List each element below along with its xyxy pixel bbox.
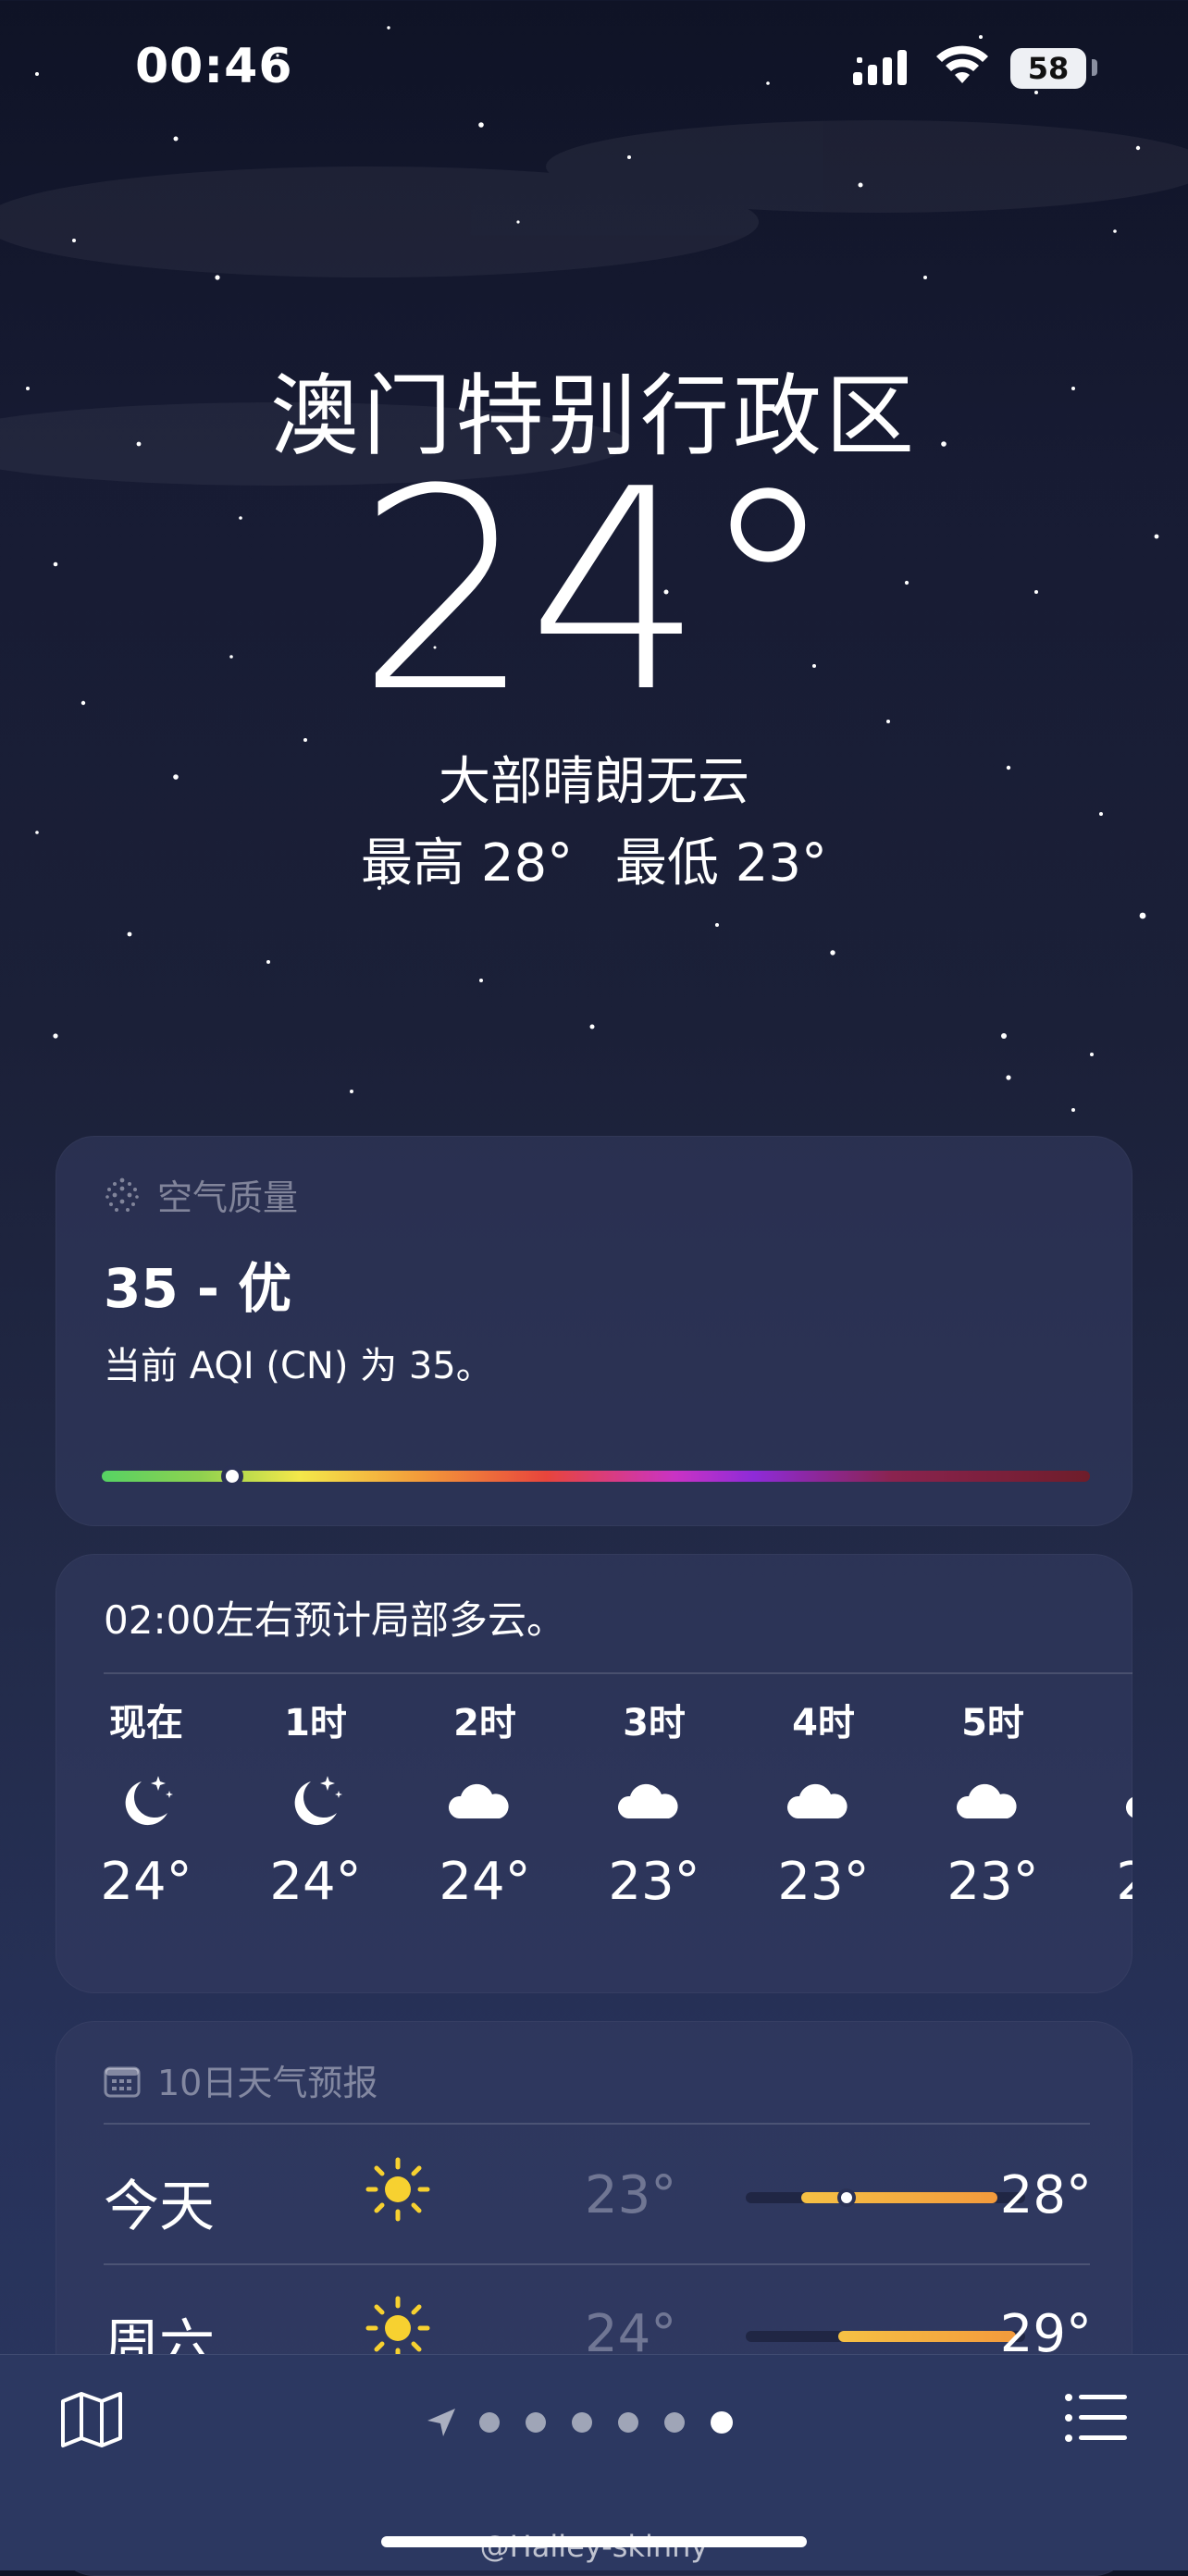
page-indicator[interactable] — [426, 2407, 746, 2438]
ten-day-title: 10日天气预报 — [157, 2063, 378, 2103]
hourly-forecast-card[interactable]: 02:00左右预计局部多云。 现在 24° 1时 24° 2时 24° 3时 2… — [56, 1554, 1132, 1993]
page-dot[interactable] — [664, 2412, 685, 2433]
weather-condition: 大部晴朗无云 — [439, 752, 749, 812]
wifi-icon — [936, 45, 988, 83]
hour-label: 3时 — [623, 1702, 686, 1744]
hour-label: 6时 — [1088, 1693, 1132, 1746]
temperature-range-fill — [801, 2192, 997, 2203]
status-time: 00:46 — [135, 39, 293, 94]
cloud-moon-icon — [749, 1770, 897, 1830]
page-dot[interactable] — [526, 2412, 546, 2433]
aqi-description: 当前 AQI (CN) 为 35。 — [104, 1345, 493, 1387]
aqi-scale-marker — [221, 1465, 243, 1487]
forecast-row-today[interactable]: 今天 23° 28° — [104, 2125, 1092, 2263]
hour-label: 4时 — [792, 1702, 855, 1744]
hour-label: 1时 — [284, 1702, 347, 1744]
temperature-range-bar — [746, 2331, 1025, 2342]
high-low-temperature: 最高 28° 最低 23° — [0, 821, 1188, 896]
map-button[interactable] — [59, 2390, 124, 2453]
forecast-high: 28° — [999, 2165, 1092, 2225]
hour-temp: 23° — [608, 1852, 700, 1912]
moon-stars-icon — [241, 1770, 390, 1833]
city-list-button[interactable] — [1064, 2392, 1129, 2447]
cloud-moon-icon — [919, 1770, 1067, 1830]
current-temperature: 24° — [356, 430, 837, 753]
home-indicator[interactable] — [381, 2536, 807, 2547]
cloud-moon-icon — [411, 1770, 559, 1830]
map-icon — [61, 2392, 122, 2447]
calendar-icon — [104, 2063, 141, 2098]
status-bar: 00:46 58 — [0, 0, 1188, 139]
hour-label: 5时 — [961, 1702, 1024, 1744]
air-quality-header: 空气质量 — [104, 1169, 298, 1220]
battery-tip — [1092, 59, 1097, 76]
list-icon — [1065, 2394, 1127, 2442]
ten-day-header: 10日天气预报 — [104, 2054, 377, 2105]
aqi-value: 35 - 优 — [104, 1257, 292, 1320]
hour-temp: 24° — [269, 1852, 362, 1912]
air-quality-title: 空气质量 — [157, 1177, 299, 1218]
hour-label: 2时 — [453, 1702, 516, 1744]
cloud-moon-icon — [580, 1770, 728, 1830]
sun-icon — [365, 2156, 431, 2226]
hour-temp: 24° — [100, 1852, 192, 1912]
hour-temp: 24° — [439, 1852, 531, 1912]
page-dot-active[interactable] — [711, 2411, 733, 2434]
forecast-day: 今天 — [104, 2175, 215, 2239]
cloud-moon-icon — [1088, 1770, 1132, 1830]
cellular-signal-icon — [853, 50, 907, 85]
high-temperature: 最高 28° — [361, 833, 574, 894]
hourly-summary: 02:00左右预计局部多云。 — [104, 1597, 566, 1643]
temperature-range-bar — [746, 2188, 1025, 2207]
bottom-toolbar: @Hailey-skinny — [0, 2354, 1188, 2570]
low-temperature: 最低 23° — [614, 833, 827, 894]
hour-temp: 23° — [947, 1852, 1039, 1912]
forecast-low: 23° — [585, 2165, 677, 2225]
hour-temp: 23° — [777, 1852, 870, 1912]
hour-label: 现在 — [109, 1702, 183, 1744]
page-dot[interactable] — [479, 2412, 500, 2433]
page-dot[interactable] — [572, 2412, 592, 2433]
location-arrow-icon — [426, 2407, 457, 2438]
air-quality-card[interactable]: 空气质量 35 - 优 当前 AQI (CN) 为 35。 — [56, 1136, 1132, 1526]
battery-indicator: 58 — [1010, 48, 1086, 89]
hour-temp: 23° — [1088, 1852, 1132, 1912]
page-dot[interactable] — [618, 2412, 638, 2433]
temperature-range-fill — [838, 2331, 1016, 2342]
current-temperature-marker — [837, 2188, 856, 2207]
aqi-scale-bar — [102, 1471, 1090, 1482]
divider — [104, 1672, 1132, 1674]
air-quality-icon — [104, 1177, 141, 1214]
moon-stars-icon — [72, 1770, 220, 1833]
